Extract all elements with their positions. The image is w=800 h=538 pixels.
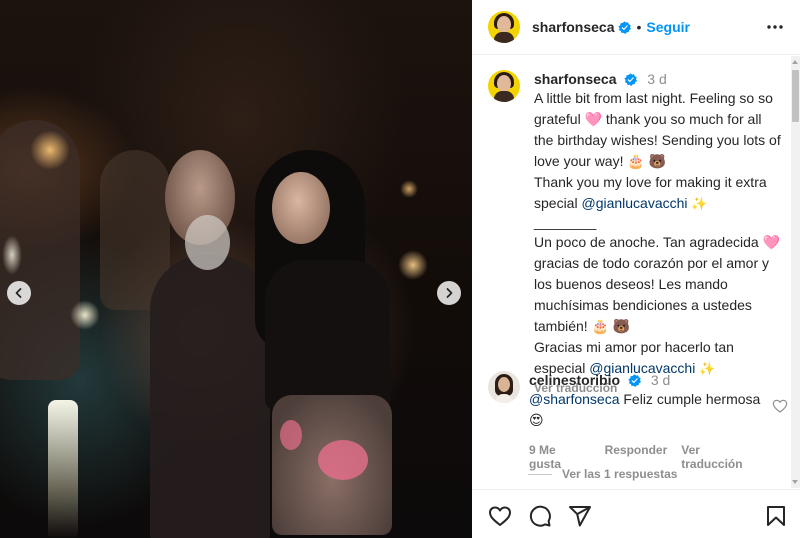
woman-top: [265, 260, 390, 410]
caption-line-thanks: Thank you my love for making it extra sp…: [534, 174, 767, 211]
post-media[interactable]: [0, 0, 472, 538]
comment-username[interactable]: celinestoribio: [529, 372, 620, 388]
candle-glow: [30, 130, 70, 170]
skirt-pink-feather: [280, 420, 302, 450]
post-header: sharfonseca • Seguir: [472, 0, 800, 55]
avatar[interactable]: [488, 11, 520, 43]
heart-icon[interactable]: [488, 504, 512, 528]
candle-glow: [400, 180, 418, 198]
author-username[interactable]: sharfonseca: [532, 19, 614, 35]
avatar[interactable]: [488, 371, 520, 403]
caption-line-english: A little bit from last night. Feeling so…: [534, 90, 781, 169]
comment-icon[interactable]: [528, 504, 552, 528]
caption-text: A little bit from last night. Feeling so…: [534, 88, 784, 379]
see-translation-link[interactable]: Ver traducción: [681, 443, 764, 471]
caption-username[interactable]: sharfonseca: [534, 71, 616, 87]
next-button[interactable]: [437, 281, 461, 305]
mention-link[interactable]: @sharfonseca: [529, 391, 619, 407]
verified-badge-icon: [624, 73, 638, 86]
caption-line-spanish: Un poco de anoche. Tan agradecida 🩷 grac…: [534, 234, 781, 334]
scroll-up-arrow-icon[interactable]: [792, 60, 798, 64]
woman-face: [272, 172, 330, 244]
comments-area[interactable]: sharfonseca 3 d A little bit from last n…: [472, 56, 800, 488]
verified-badge-icon: [618, 20, 632, 34]
sparkler: [70, 300, 100, 330]
comment: celinestoribio 3 d @sharfonseca Feliz cu…: [488, 371, 788, 471]
avatar[interactable]: [488, 70, 520, 102]
mention-link[interactable]: @gianlucavacchi: [581, 195, 687, 211]
man-beard: [185, 215, 230, 270]
caption-timestamp[interactable]: 3 d: [647, 71, 666, 87]
man-figure: [150, 255, 270, 538]
caption: sharfonseca 3 d A little bit from last n…: [488, 70, 788, 395]
bookmark-icon[interactable]: [764, 504, 788, 528]
share-icon[interactable]: [568, 504, 592, 528]
scrollbar-thumb[interactable]: [792, 70, 799, 122]
follow-button[interactable]: Seguir: [646, 19, 690, 35]
scroll-down-arrow-icon[interactable]: [792, 480, 798, 484]
sparkler: [48, 400, 78, 538]
sparkler: [2, 235, 22, 275]
caption-divider: ________: [534, 214, 597, 230]
post-sidebar: sharfonseca • Seguir sharfonseca 3 d A l…: [472, 0, 800, 538]
previous-button[interactable]: [7, 281, 31, 305]
separator-dot: •: [636, 19, 642, 35]
comments-scrollbar[interactable]: [791, 56, 800, 488]
view-replies-button[interactable]: Ver las 1 respuestas: [528, 467, 677, 481]
chevron-right-icon: [446, 288, 453, 298]
replies-line: [528, 473, 552, 475]
chevron-left-icon: [15, 288, 22, 298]
comment-timestamp[interactable]: 3 d: [651, 372, 670, 388]
candle-glow: [398, 250, 428, 280]
comment-text: @sharfonseca Feliz cumple hermosa 😍: [529, 391, 761, 428]
heart-icon[interactable]: [772, 398, 788, 414]
view-replies-label: Ver las 1 respuestas: [562, 467, 678, 481]
post-actions: [472, 489, 800, 538]
verified-badge-icon: [628, 374, 641, 387]
more-icon[interactable]: [766, 18, 784, 36]
skirt-pink-feather: [318, 440, 368, 480]
